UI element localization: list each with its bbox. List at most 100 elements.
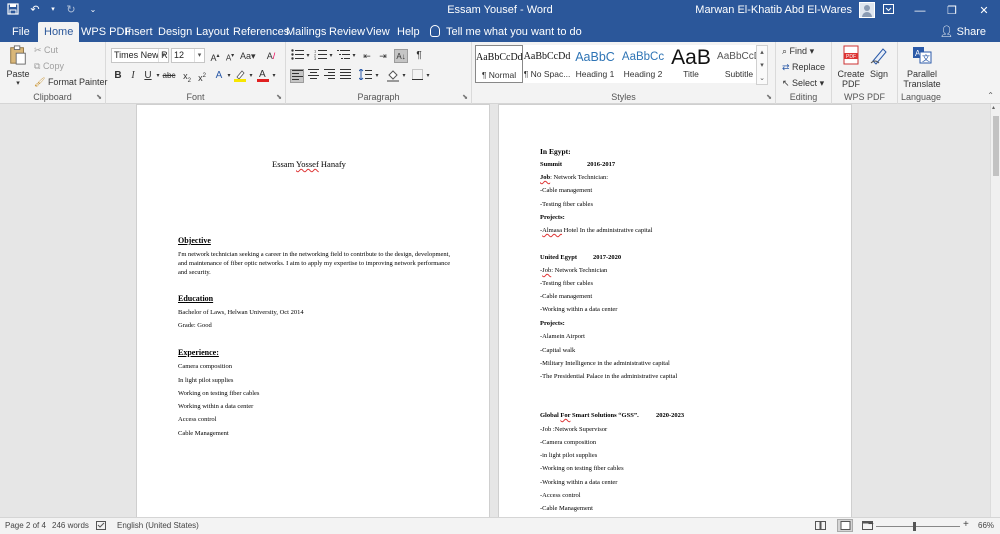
- paragraph-launcher-icon[interactable]: ⬊: [462, 93, 468, 101]
- ribbon-display-options-icon[interactable]: [872, 0, 904, 22]
- redo-icon[interactable]: ↻: [64, 3, 78, 17]
- clear-formatting-icon[interactable]: A/: [264, 49, 278, 63]
- align-center-icon[interactable]: [306, 69, 320, 83]
- tab-file[interactable]: File: [6, 22, 36, 42]
- subscript-icon[interactable]: x2: [180, 69, 194, 84]
- align-right-icon[interactable]: [322, 69, 336, 83]
- print-layout-icon[interactable]: [837, 519, 853, 532]
- format-painter-button[interactable]: 🖌︎ Format Painter: [34, 77, 107, 88]
- minimize-icon[interactable]: —: [904, 0, 936, 22]
- chevron-down-icon[interactable]: ▾: [158, 49, 168, 62]
- document-area[interactable]: Essam Yossef Hanafy Objective I'm networ…: [0, 104, 990, 517]
- parallel-translate-button[interactable]: A文 Parallel Translate: [902, 45, 942, 89]
- project-suffix: Hotel In the administrative capital: [562, 227, 653, 234]
- justify-icon[interactable]: [338, 69, 352, 83]
- scroll-up-icon[interactable]: ▴: [992, 104, 995, 111]
- summit-company: Summit: [540, 161, 563, 168]
- shading-dropdown-icon[interactable]: ▾: [397, 69, 411, 83]
- read-mode-icon[interactable]: [815, 521, 826, 532]
- superscript-icon[interactable]: x2: [195, 69, 209, 83]
- style-heading-1[interactable]: AaBbC Heading 1: [571, 45, 619, 83]
- in-egypt-heading: In Egypt:: [540, 147, 571, 156]
- svg-text:A: A: [259, 69, 266, 80]
- vertical-scrollbar[interactable]: ▴: [990, 104, 1000, 517]
- line-spacing-dropdown-icon[interactable]: ▾: [370, 69, 384, 83]
- chevron-up-icon[interactable]: ▴: [757, 46, 767, 59]
- font-size-combo[interactable]: 12 ▾: [171, 48, 205, 63]
- paste-icon: [10, 45, 26, 65]
- proofing-icon[interactable]: [96, 521, 106, 532]
- save-icon[interactable]: [6, 3, 20, 17]
- share-label: Share: [956, 26, 986, 38]
- cut-button[interactable]: ✂ Cut: [34, 45, 58, 56]
- replace-label: Replace: [792, 62, 826, 72]
- change-case-icon[interactable]: Aa▾: [240, 49, 256, 63]
- font-launcher-icon[interactable]: ⬊: [276, 93, 282, 101]
- find-button[interactable]: ⌕ Find ▾: [782, 46, 814, 57]
- style-heading-2[interactable]: AaBbCc Heading 2: [619, 45, 667, 83]
- objective-heading: Objective: [178, 236, 211, 245]
- style-title[interactable]: AaB Title: [667, 45, 715, 83]
- translate-icon: A文: [913, 47, 932, 64]
- copy-button[interactable]: ⧉ Copy: [34, 61, 64, 72]
- font-name-combo[interactable]: Times New R ▾: [111, 48, 169, 63]
- chevron-down-icon[interactable]: ▾: [757, 59, 767, 72]
- zoom-out-icon[interactable]: −: [868, 519, 874, 530]
- collapse-ribbon-icon[interactable]: ⌃: [987, 91, 994, 100]
- user-name[interactable]: Marwan El-Khatib Abd El-Wares: [695, 4, 852, 16]
- undo-icon[interactable]: ↶: [28, 3, 42, 17]
- align-left-icon[interactable]: [290, 69, 304, 83]
- page-2[interactable]: In Egypt: Summit 2016-2017 Job: Network …: [498, 104, 852, 517]
- restore-icon[interactable]: ❐: [936, 0, 968, 22]
- undo-dropdown-icon[interactable]: ▾: [50, 3, 56, 17]
- shrink-font-icon[interactable]: A▾: [223, 49, 237, 63]
- clipboard-launcher-icon[interactable]: ⬊: [96, 93, 102, 101]
- global-years: 2020-2023: [656, 412, 685, 419]
- sort-icon[interactable]: A↓: [394, 49, 408, 63]
- close-icon[interactable]: ✕: [968, 0, 1000, 22]
- font-color-dropdown-icon[interactable]: ▾: [267, 69, 281, 83]
- create-pdf-label-2: PDF: [842, 79, 860, 89]
- zoom-slider-thumb[interactable]: [913, 522, 916, 531]
- page-count[interactable]: Page 2 of 4: [5, 521, 46, 530]
- tab-help[interactable]: Help: [391, 22, 426, 42]
- chevron-down-icon[interactable]: ▾: [194, 49, 204, 62]
- style-no-spacing[interactable]: AaBbCcDd ¶ No Spac...: [523, 45, 571, 83]
- experience-heading: Experience:: [178, 348, 219, 357]
- more-styles-icon[interactable]: ⌄: [757, 72, 767, 85]
- replace-button[interactable]: ⇄ Replace: [782, 62, 825, 73]
- zoom-in-icon[interactable]: +: [963, 519, 969, 530]
- decrease-indent-icon[interactable]: ⇤: [360, 49, 374, 63]
- create-pdf-label-1: Create: [837, 69, 865, 79]
- italic-icon[interactable]: I: [126, 69, 140, 83]
- styles-launcher-icon[interactable]: ⬊: [766, 93, 772, 101]
- share-button[interactable]: 👤︎ Share: [940, 22, 986, 42]
- zoom-slider[interactable]: [876, 526, 960, 527]
- show-hide-marks-icon[interactable]: ¶: [412, 49, 426, 63]
- paste-button[interactable]: Paste ▾: [5, 45, 31, 87]
- tab-home[interactable]: Home: [38, 22, 80, 42]
- page-1[interactable]: Essam Yossef Hanafy Objective I'm networ…: [136, 104, 490, 517]
- select-button[interactable]: ↖ Select ▾: [782, 78, 824, 89]
- customize-qat-icon[interactable]: ⌄: [86, 3, 100, 17]
- experience-item: Working on testing fiber cables: [178, 390, 260, 397]
- language-status[interactable]: English (United States): [117, 521, 199, 530]
- style-normal[interactable]: AaBbCcDd ¶ Normal: [475, 45, 523, 83]
- zoom-level[interactable]: 66%: [978, 521, 994, 530]
- signature-icon: [870, 48, 887, 65]
- strikethrough-icon[interactable]: abc: [162, 69, 176, 83]
- create-pdf-button[interactable]: PDF Create PDF: [837, 45, 865, 89]
- sign-button[interactable]: Sign: [868, 45, 890, 79]
- increase-indent-icon[interactable]: ⇥: [376, 49, 390, 63]
- bold-icon[interactable]: B: [111, 69, 125, 83]
- grow-font-icon[interactable]: A▴: [208, 49, 222, 63]
- select-label: Select: [792, 78, 818, 88]
- multilevel-dropdown-icon[interactable]: ▾: [347, 49, 361, 63]
- scrollbar-thumb[interactable]: [993, 116, 999, 176]
- borders-dropdown-icon[interactable]: ▾: [421, 69, 435, 83]
- language-group: A文 Parallel Translate Language: [898, 42, 944, 104]
- tell-me-search[interactable]: Tell me what you want to do: [430, 22, 582, 42]
- word-count[interactable]: 246 words: [52, 521, 89, 530]
- experience-item: Access control: [178, 416, 217, 423]
- styles-gallery-scroll[interactable]: ▴ ▾ ⌄: [756, 45, 768, 85]
